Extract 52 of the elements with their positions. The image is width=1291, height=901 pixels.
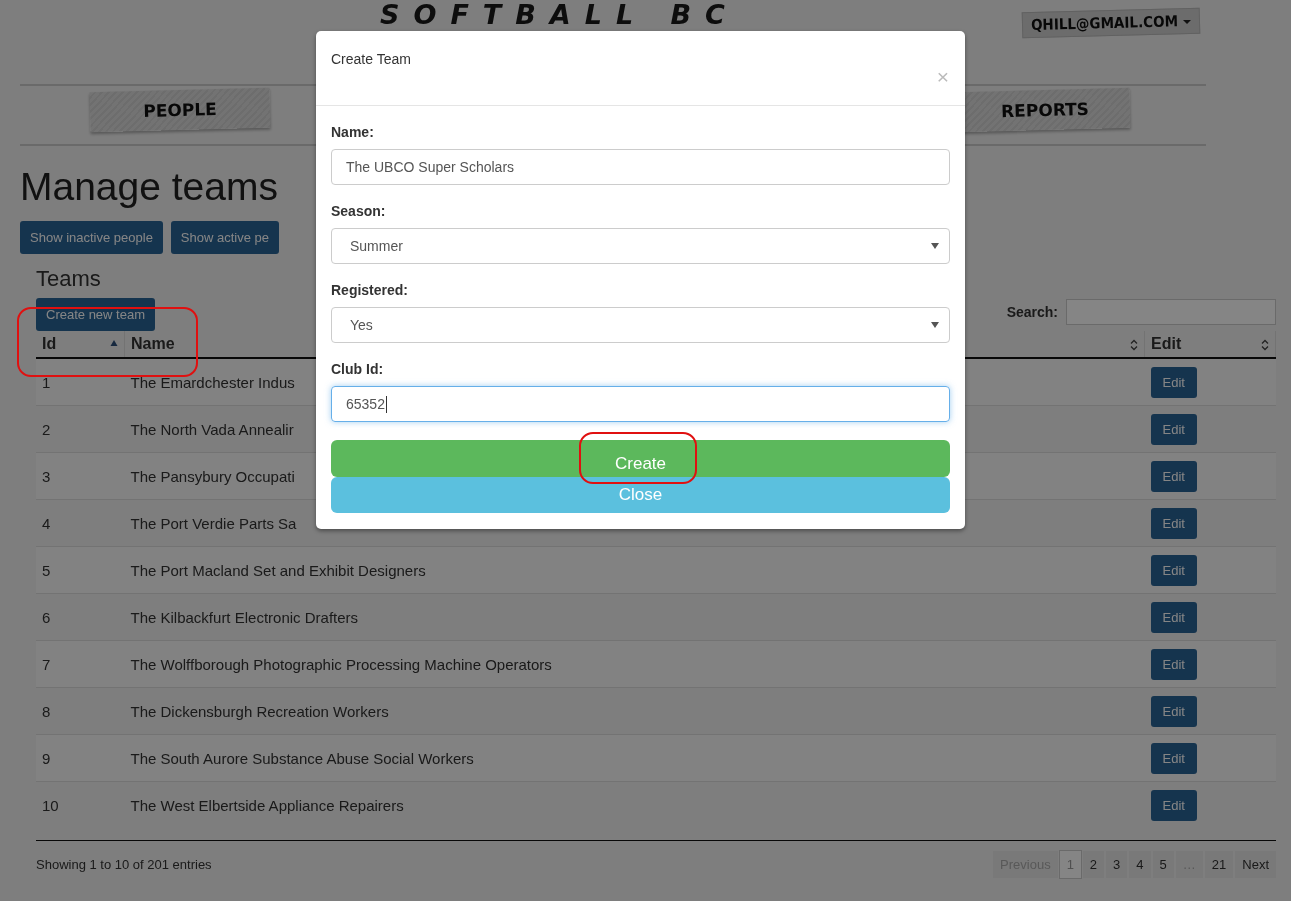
edit-button[interactable]: Edit bbox=[1150, 366, 1197, 398]
table-cell: 5 bbox=[36, 546, 125, 594]
section-title: Teams bbox=[36, 266, 101, 292]
edit-button[interactable]: Edit bbox=[1150, 648, 1197, 680]
field-label: Registered: bbox=[331, 282, 410, 298]
input-field[interactable]: The UBCO Super Scholars bbox=[331, 149, 950, 185]
edit-button[interactable]: Edit bbox=[1150, 742, 1197, 774]
dialog-title: Create Team bbox=[331, 51, 411, 67]
dropdown-arrow-icon bbox=[931, 243, 939, 249]
user-menu[interactable]: QHILL@GMAIL.COM bbox=[1021, 7, 1200, 39]
edit-button[interactable]: Edit bbox=[1150, 413, 1197, 445]
table-cell: The Port Macland Set and Exhibit Designers bbox=[124, 546, 1145, 594]
entries-info: Showing 1 to 10 of 201 entries bbox=[36, 857, 212, 872]
close-icon[interactable]: × bbox=[936, 67, 949, 87]
table-cell: 1 bbox=[36, 358, 125, 406]
table-cell: The South Aurore Substance Abuse Social Workers bbox=[124, 734, 1145, 782]
page-link[interactable]: 5 bbox=[1152, 851, 1174, 878]
page-link[interactable]: 2 bbox=[1082, 851, 1105, 878]
select-field[interactable]: Summer bbox=[331, 228, 950, 264]
page-title: Manage teams bbox=[20, 164, 278, 209]
edit-button[interactable]: Edit bbox=[1150, 460, 1197, 492]
field-label: Name: bbox=[331, 124, 375, 140]
search-field[interactable] bbox=[1066, 299, 1276, 325]
table-cell: 9 bbox=[36, 734, 125, 782]
page-link[interactable]: 3 bbox=[1106, 851, 1128, 878]
close-button[interactable]: Close bbox=[331, 477, 950, 513]
edit-button[interactable]: Edit bbox=[1150, 507, 1197, 539]
table-cell: 10 bbox=[36, 781, 125, 828]
page-link[interactable]: Next bbox=[1235, 851, 1276, 878]
input-field[interactable]: 65352 bbox=[331, 386, 950, 422]
edit-button[interactable]: Edit bbox=[1150, 601, 1197, 633]
edit-button[interactable]: Edit bbox=[1150, 695, 1197, 727]
page-link[interactable]: 4 bbox=[1129, 851, 1151, 878]
create-button[interactable]: Create bbox=[331, 440, 950, 477]
logo-text: SOFTBALL BC bbox=[380, 0, 739, 30]
filter-button[interactable]: Show active pe bbox=[170, 221, 280, 254]
caret-icon bbox=[1182, 19, 1191, 24]
search-label: Search: bbox=[1006, 304, 1058, 320]
select-field[interactable]: Yes bbox=[331, 307, 950, 343]
dropdown-arrow-icon bbox=[931, 322, 939, 328]
field-label: Club Id: bbox=[331, 361, 385, 377]
field-label: Season: bbox=[331, 203, 387, 219]
table-cell: 3 bbox=[36, 452, 125, 500]
table-cell: The West Elbertside Appliance Repairers bbox=[124, 781, 1145, 828]
page-link[interactable]: 21 bbox=[1204, 851, 1234, 878]
nav-tab[interactable]: PEOPLE bbox=[89, 87, 271, 133]
table-cell: The Wolffborough Photographic Processing Machine Operators bbox=[124, 640, 1145, 688]
edit-button[interactable]: Edit bbox=[1150, 789, 1197, 821]
table-cell: 7 bbox=[36, 640, 125, 688]
create-team-button[interactable]: Create new team bbox=[36, 298, 155, 331]
filter-button[interactable]: Show inactive people bbox=[20, 221, 163, 254]
edit-button[interactable]: Edit bbox=[1150, 554, 1197, 586]
